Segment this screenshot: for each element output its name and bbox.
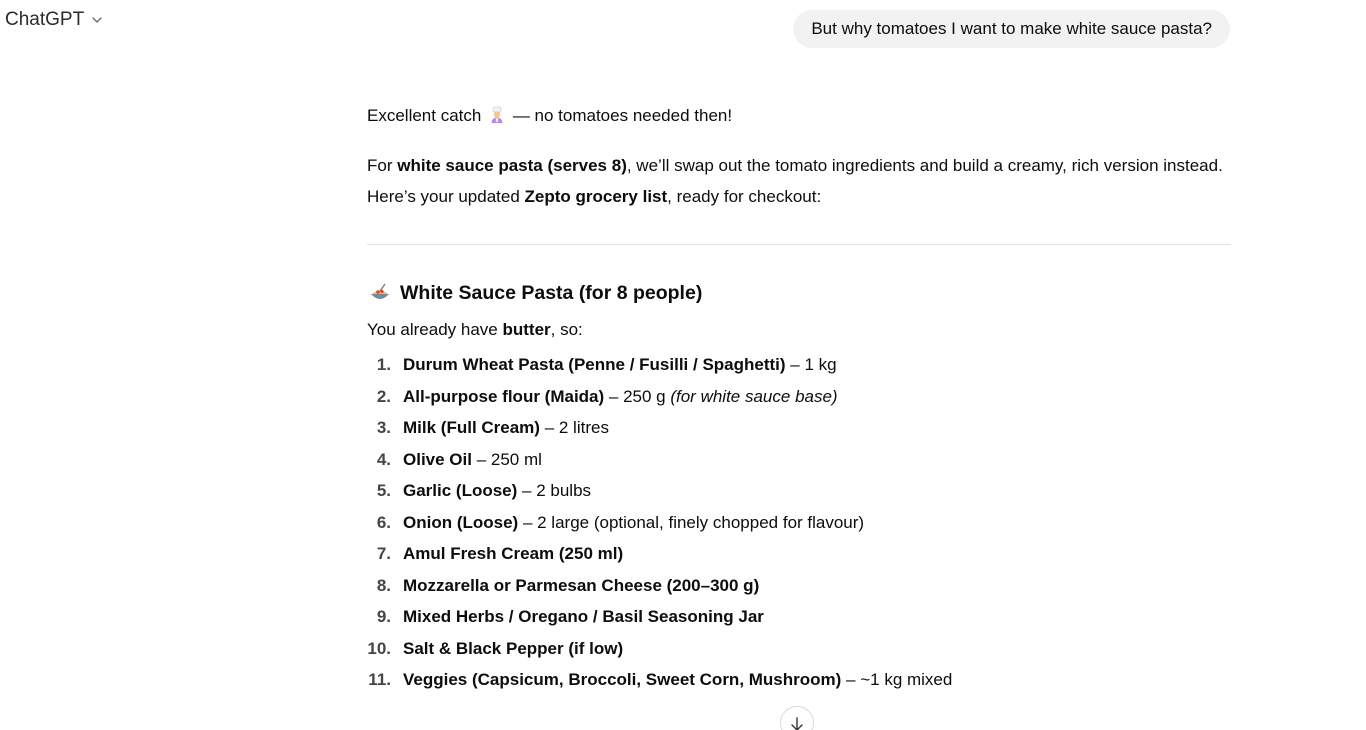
grocery-item-number: 4. — [376, 449, 391, 469]
arrow-down-icon — [791, 717, 803, 730]
grocery-item-text: Veggies (Capsicum, Broccoli, Sweet Corn,… — [403, 664, 952, 696]
para-bold: Zepto grocery list — [524, 187, 668, 206]
grocery-item-number: 6. — [376, 512, 391, 532]
grocery-item-quantity: – 2 large (optional, finely chopped for … — [518, 512, 865, 532]
opening-text-after: — no tomatoes needed then! — [512, 106, 733, 125]
grocery-item-quantity: – 1 kg — [785, 355, 837, 374]
grocery-item-text: Milk (Full Cream) – 2 litres — [403, 412, 609, 444]
assistant-opening: Excellent catch — no tomatoes needed the… — [367, 100, 1231, 131]
grocery-item-text: Onion (Loose) – 2 large (optional, finel… — [403, 507, 864, 539]
chevron-down-icon — [92, 17, 102, 23]
grocery-item: 7. Amul Fresh Cream (250 ml) — [367, 538, 1231, 570]
grocery-item-text: Mozzarella or Parmesan Cheese (200–300 g… — [403, 570, 759, 602]
grocery-item-name: Salt & Black Pepper (if low) — [403, 638, 624, 658]
grocery-item-text: Olive Oil – 250 ml — [403, 444, 542, 476]
section-divider — [367, 244, 1231, 245]
para-text: , ready for checkout: — [667, 187, 822, 206]
grocery-list: 1. Durum Wheat Pasta (Penne / Fusilli / S… — [367, 349, 1231, 696]
grocery-item-quantity: – ~1 kg mixed — [841, 670, 953, 689]
assistant-message: Excellent catch — no tomatoes needed the… — [367, 100, 1231, 696]
grocery-item-text: Garlic (Loose) – 2 bulbs — [403, 475, 591, 507]
grocery-item: 4. Olive Oil – 250 ml — [367, 444, 1231, 476]
chat-window: ChatGPT But why tomatoes I want to make … — [0, 0, 1366, 730]
grocery-item-name: Veggies (Capsicum, Broccoli, Sweet Corn,… — [403, 670, 842, 689]
opening-text: Excellent catch — [367, 106, 482, 125]
recipe-heading: White Sauce Pasta (for 8 people) — [367, 278, 1231, 308]
grocery-item-name: Milk (Full Cream) — [403, 418, 540, 437]
spaghetti-emoji-icon — [371, 283, 389, 299]
grocery-item-note: (for white sauce base) — [670, 386, 838, 406]
grocery-item: 9. Mixed Herbs / Oregano / Basil Seasonin… — [367, 601, 1231, 633]
grocery-item-number: 1. — [376, 355, 391, 374]
grocery-item-number: 2. — [376, 386, 391, 406]
scroll-to-bottom-button[interactable] — [780, 706, 814, 730]
grocery-item: 5. Garlic (Loose) – 2 bulbs — [367, 475, 1231, 507]
recipe-heading-text: White Sauce Pasta (for 8 people) — [400, 282, 703, 304]
model-switcher[interactable]: ChatGPT — [5, 9, 104, 31]
assistant-paragraph: For white sauce pasta (serves 8), we’ll … — [367, 150, 1231, 212]
recipe-intro: You already have butter, so: — [367, 314, 1231, 345]
grocery-item-name: Onion (Loose) — [403, 512, 519, 532]
grocery-item: 2. All-purpose flour (Maida) – 250 g (for… — [367, 381, 1231, 413]
grocery-item-name: Mozzarella or Parmesan Cheese (200–300 g… — [403, 575, 760, 595]
grocery-item-quantity: – 2 litres — [539, 418, 609, 437]
grocery-item-number: 11. — [368, 670, 391, 689]
grocery-item: 3. Milk (Full Cream) – 2 litres — [367, 412, 1231, 444]
para-bold: white sauce pasta (serves 8) — [397, 156, 627, 175]
grocery-item: 11. Veggies (Capsicum, Broccoli, Sweet Co… — [367, 664, 1231, 696]
model-name: ChatGPT — [5, 9, 85, 30]
cook-emoji-icon — [491, 106, 503, 123]
grocery-item-number: 7. — [376, 544, 391, 563]
grocery-item-name: Garlic (Loose) — [403, 481, 518, 500]
grocery-item-text: Durum Wheat Pasta (Penne / Fusilli / Spa… — [403, 349, 837, 381]
grocery-item-quantity: – 250 ml — [471, 449, 542, 469]
grocery-item-text: All-purpose flour (Maida) – 250 g (for w… — [403, 381, 838, 413]
intro-bold: butter — [502, 320, 551, 339]
grocery-item: 1. Durum Wheat Pasta (Penne / Fusilli / S… — [367, 349, 1231, 381]
para-text: For — [367, 156, 398, 175]
grocery-item-name: Amul Fresh Cream (250 ml) — [403, 544, 624, 563]
grocery-item-quantity: – 2 bulbs — [517, 481, 592, 500]
grocery-item: 6. Onion (Loose) – 2 large (optional, fin… — [367, 507, 1231, 539]
grocery-item-name: Mixed Herbs / Oregano / Basil Seasoning … — [403, 607, 764, 626]
grocery-item-name: Olive Oil — [403, 449, 472, 469]
grocery-item-number: 9. — [376, 607, 391, 626]
grocery-item-text: Mixed Herbs / Oregano / Basil Seasoning … — [403, 601, 764, 633]
grocery-item-name: All-purpose flour (Maida) — [403, 386, 605, 406]
grocery-item-text: Amul Fresh Cream (250 ml) — [403, 538, 623, 570]
user-message: But why tomatoes I want to make white sa… — [793, 10, 1230, 48]
grocery-item-number: 8. — [376, 575, 391, 595]
intro-text: , so: — [550, 320, 583, 339]
grocery-item-quantity: – 250 g — [604, 386, 671, 406]
grocery-item: 8. Mozzarella or Parmesan Cheese (200–300… — [367, 570, 1231, 602]
grocery-item-number: 5. — [376, 481, 391, 500]
grocery-item-name: Durum Wheat Pasta (Penne / Fusilli / Spa… — [403, 355, 786, 374]
grocery-item-number: 10. — [367, 638, 391, 658]
grocery-item: 10. Salt & Black Pepper (if low) — [367, 633, 1231, 665]
grocery-item-number: 3. — [376, 418, 391, 437]
intro-text: You already have — [367, 320, 503, 339]
grocery-item-text: Salt & Black Pepper (if low) — [403, 633, 623, 665]
